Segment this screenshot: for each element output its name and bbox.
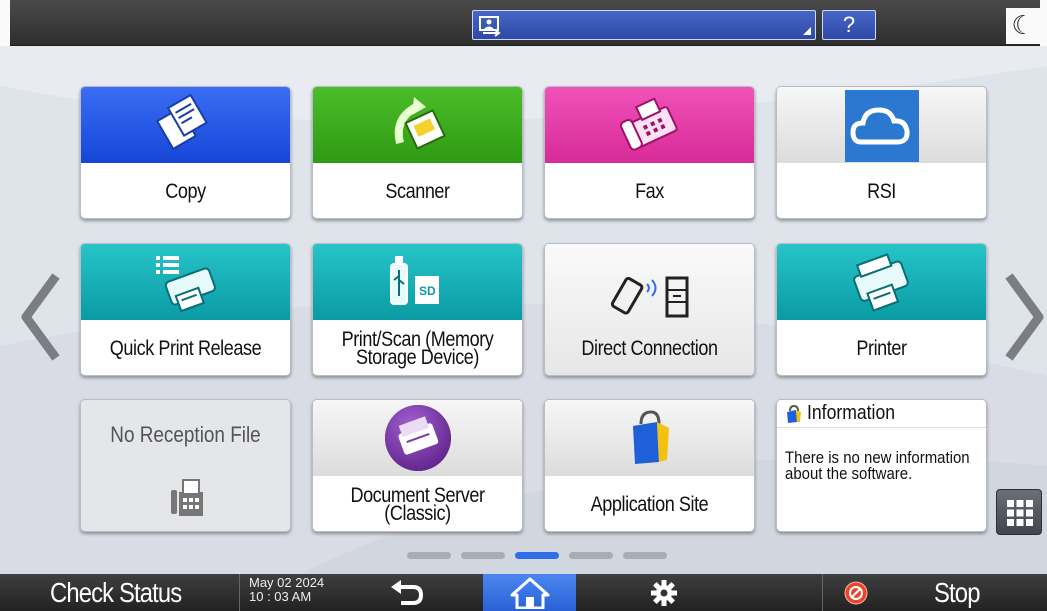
direct-connection-tile[interactable]: Direct Connection [544,243,755,376]
fax-tile[interactable]: Fax [544,86,755,219]
back-button[interactable] [357,574,457,611]
svg-text:SD: SD [419,284,436,298]
login-user-icon [479,16,501,37]
application-site-tile[interactable]: Application Site [544,399,755,532]
tile-label: Scanner [385,179,450,203]
stop-icon [844,581,868,604]
information-widget[interactable]: Information There is no new information … [776,399,987,532]
page-indicator [407,552,667,560]
scanner-icon [394,97,446,150]
copy-icon [155,93,208,151]
top-bar: ? ☾ [0,0,1047,46]
page-dot-3[interactable] [515,552,559,559]
tile-label: Fax [635,179,664,203]
phone-printer-icon [610,276,689,318]
quick-print-release-tile[interactable]: Quick Print Release [80,243,291,376]
stop-label: Stop [934,576,980,608]
help-button[interactable]: ? [822,10,876,40]
printer-tile[interactable]: Printer [776,243,987,376]
page-dot-4[interactable] [569,552,613,559]
date-time: May 02 2024 10 : 03 AM [249,576,324,604]
login-user-button[interactable] [472,10,816,40]
dropdown-corner-icon [803,27,811,35]
grid-icon [1007,500,1033,526]
tile-label: Application Site [590,492,709,516]
tile-label: Copy [165,179,206,203]
divider [239,574,240,611]
top-bar-right-edge [1040,0,1047,46]
settings-button[interactable] [617,574,710,611]
previous-page-arrow[interactable] [18,272,62,362]
tile-label: RSI [867,179,896,203]
app-list-button[interactable] [996,489,1042,535]
tile-label: Print/Scan (Memory Storage Device) [328,320,508,375]
moon-icon: ☾ [1011,10,1035,40]
page-dot-2[interactable] [461,552,505,559]
fax-icon [619,97,678,151]
cloud-icon [844,90,919,162]
information-title: Information [807,402,896,424]
energy-saver-button[interactable]: ☾ [1006,8,1040,44]
date-text: May 02 2024 [249,575,325,590]
tile-label: Printer [856,336,907,360]
tile-label: No Reception File [110,422,261,447]
home-button[interactable] [483,574,576,611]
information-header: Information [777,400,986,428]
page-dot-5[interactable] [623,552,667,559]
check-status-label: Check Status [50,576,182,608]
home-icon [510,577,549,609]
top-bar-left-edge [0,0,10,46]
tile-label: Direct Connection [581,336,718,360]
rsi-tile[interactable]: RSI [776,86,987,219]
next-page-arrow[interactable] [1003,272,1047,362]
tile-label-text: Document Server (Classic) [350,483,485,525]
shopping-bag-icon [632,410,669,464]
document-server-tile[interactable]: Document Server (Classic) [312,399,523,532]
tile-label: Document Server (Classic) [328,476,508,531]
bottom-bar: Check Status May 02 2024 10 : 03 AM Stop [0,574,1047,611]
print-scan-memory-tile[interactable]: SD Print/Scan (Memory Storage Device) [312,243,523,376]
tile-label: Quick Print Release [109,336,262,360]
copy-tile[interactable]: Copy [80,86,291,219]
usb-sd-icon: SD [389,256,439,305]
document-server-icon [384,405,451,471]
quick-print-icon [155,256,216,312]
printer-icon [852,253,909,312]
tile-label-text: Print/Scan (Memory Storage Device) [341,327,494,369]
no-reception-file-tile[interactable]: No Reception File [80,399,291,532]
time-text: 10 : 03 AM [249,589,312,604]
fax-file-icon [171,479,203,516]
page-dot-1[interactable] [407,552,451,559]
check-status-button[interactable]: Check Status [0,574,237,611]
back-arrow-icon [391,579,424,605]
stop-button[interactable]: Stop [822,574,1047,611]
information-message: There is no new information about the so… [785,448,970,483]
scanner-tile[interactable]: Scanner [312,86,523,219]
bag-info-icon [787,404,801,423]
gear-icon [650,579,677,606]
